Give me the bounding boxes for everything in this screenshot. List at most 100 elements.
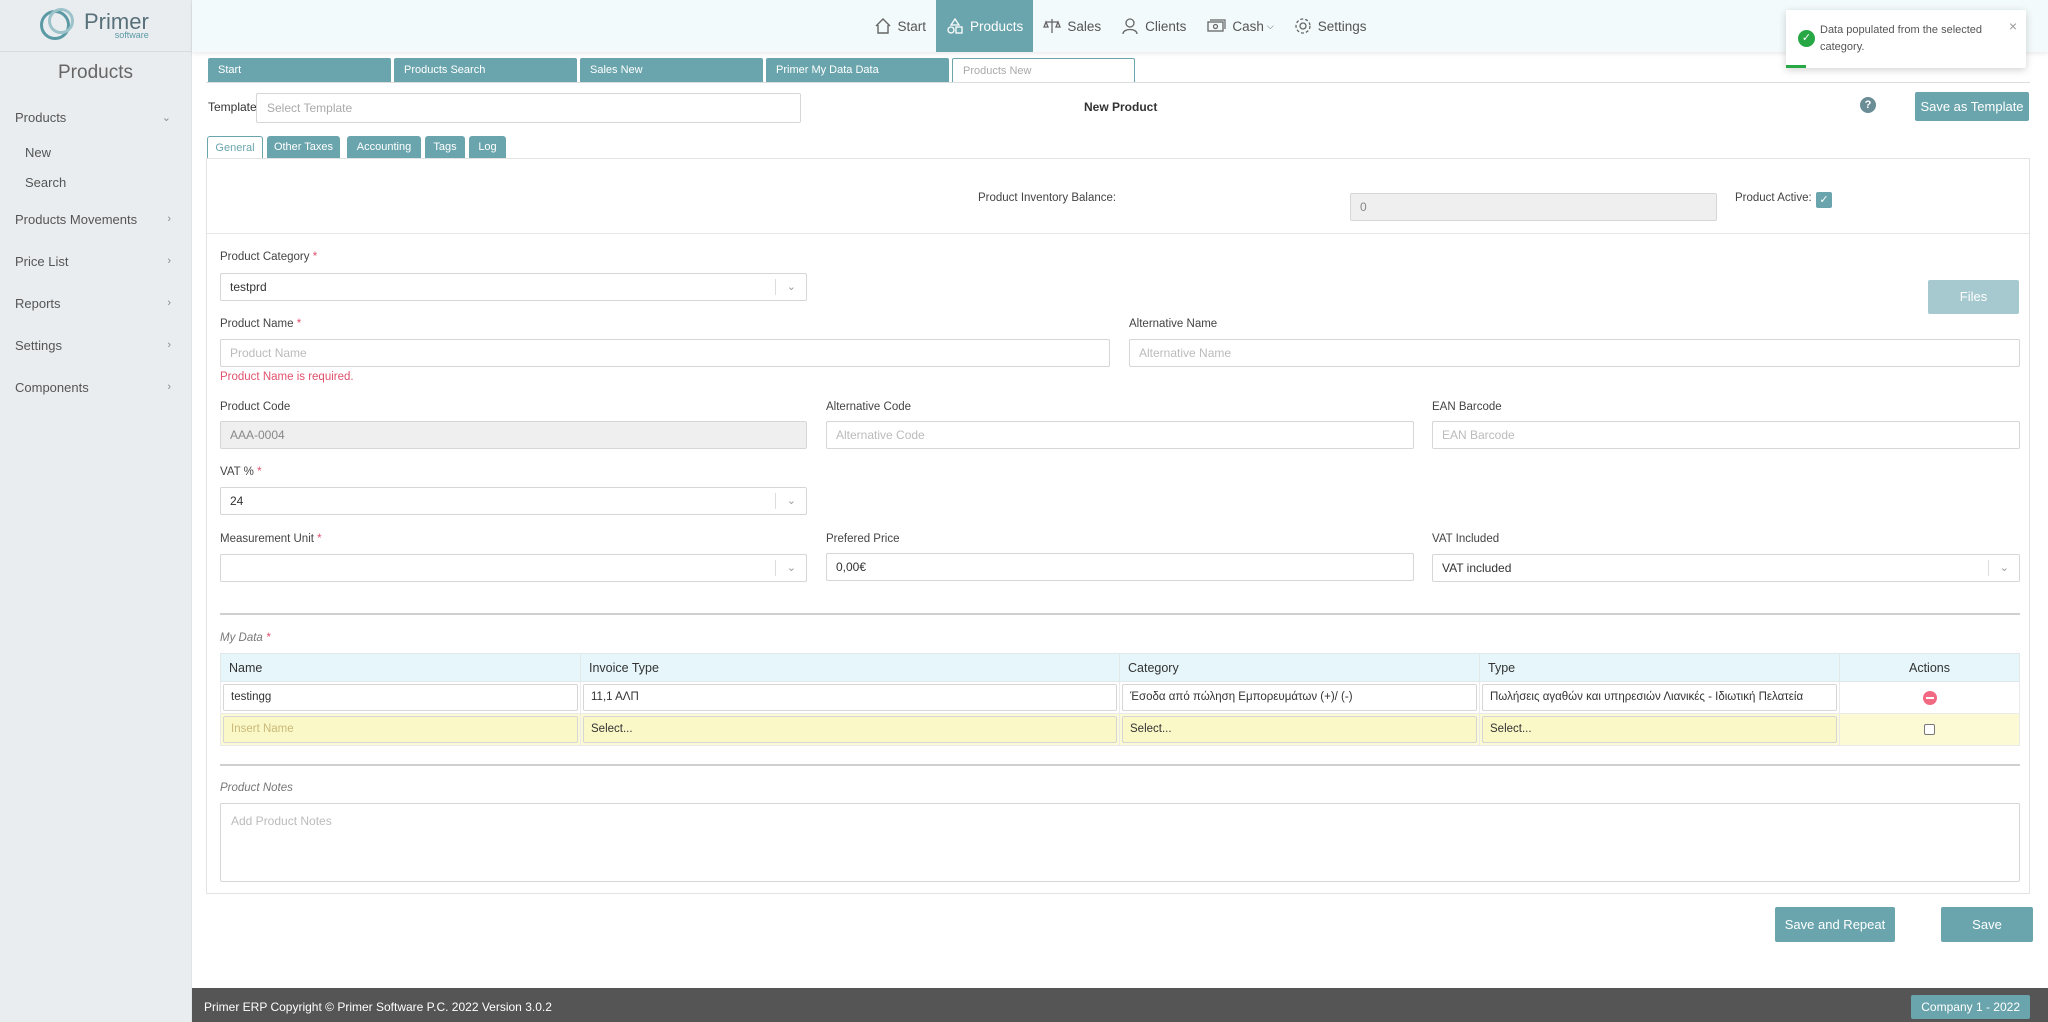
prefered-price-input[interactable]: 0,00€: [826, 553, 1414, 581]
chevron-right-icon: ›: [167, 255, 171, 267]
product-category-select[interactable]: testprd ⌄: [220, 273, 807, 301]
nav-cash[interactable]: Cash ⌵: [1196, 0, 1283, 52]
select-value: 24: [230, 494, 244, 508]
tab-tags[interactable]: Tags: [425, 136, 465, 159]
sidebar-item-label: Reports: [15, 295, 61, 311]
chevron-right-icon: ›: [167, 297, 171, 309]
my-data-label: My Data *: [220, 632, 271, 644]
sidebar-item-products-movements[interactable]: Products Movements ›: [0, 198, 191, 240]
row-type-select[interactable]: Πωλήσεις αγαθών και υπηρεσιών Λιανικές -…: [1482, 684, 1837, 711]
chevron-down-icon: ⌵: [1266, 20, 1274, 31]
nav-settings[interactable]: Settings: [1284, 0, 1377, 52]
template-select[interactable]: Select Template: [256, 93, 801, 123]
scale-icon: [1043, 19, 1062, 33]
files-button[interactable]: Files: [1928, 280, 2019, 314]
tab-accounting[interactable]: Accounting: [347, 136, 421, 159]
help-icon[interactable]: ?: [1860, 97, 1876, 113]
success-toast: ✓ Data populated from the selected categ…: [1786, 10, 2026, 68]
column-header-invoice-type: Invoice Type: [580, 653, 1120, 682]
form-panel: [206, 158, 2030, 894]
page-tab-primer-my-data[interactable]: Primer My Data Data: [766, 58, 949, 82]
alternative-name-input[interactable]: Alternative Name: [1129, 339, 2020, 367]
new-row-invoice-type-select[interactable]: Select...: [583, 716, 1117, 743]
new-table-row: Insert Name Select... Select... Select..…: [220, 713, 2020, 746]
vat-select[interactable]: 24 ⌄: [220, 487, 807, 515]
ean-barcode-label: EAN Barcode: [1432, 401, 1502, 413]
nav-sales[interactable]: Sales: [1033, 0, 1111, 52]
chevron-down-icon: ⌄: [786, 495, 796, 507]
row-name-input[interactable]: testingg: [223, 684, 578, 711]
sidebar-item-label: Products Movements: [15, 211, 138, 227]
nav-label: Cash: [1232, 18, 1264, 34]
sidebar-item-label: Components: [15, 379, 89, 395]
new-row-type-select[interactable]: Select...: [1482, 716, 1837, 743]
vat-included-select[interactable]: VAT included ⌄: [1432, 554, 2020, 582]
nav-products[interactable]: Products: [936, 0, 1034, 52]
page-tab-start[interactable]: Start: [208, 58, 391, 82]
primer-logo-icon: [38, 6, 78, 46]
sidebar-item-reports[interactable]: Reports ›: [0, 282, 191, 324]
select-value: VAT included: [1442, 561, 1512, 575]
tab-general[interactable]: General: [207, 136, 263, 159]
tab-log[interactable]: Log: [469, 136, 506, 159]
my-data-table: Name Invoice Type Category Type Actions …: [220, 653, 2020, 746]
new-row-checkbox[interactable]: [1924, 724, 1935, 735]
nav-clients[interactable]: Clients: [1111, 0, 1196, 52]
sidebar-item-label: Price List: [15, 253, 69, 269]
remove-row-icon[interactable]: [1922, 690, 1937, 705]
product-name-input[interactable]: Product Name: [220, 339, 1110, 367]
page-title: New Product: [1084, 100, 1158, 114]
column-header-actions: Actions: [1839, 653, 2020, 682]
chevron-right-icon: ›: [167, 339, 171, 351]
sidebar-item-price-list[interactable]: Price List ›: [0, 240, 191, 282]
save-as-template-button[interactable]: Save as Template: [1915, 92, 2029, 121]
gear-icon: [1295, 18, 1311, 34]
column-header-type: Type: [1479, 653, 1840, 682]
product-code-label: Product Code: [220, 401, 291, 413]
footer: Primer ERP Copyright © Primer Software P…: [192, 988, 2048, 1022]
tab-other-taxes[interactable]: Other Taxes: [267, 136, 340, 159]
nav-label: Sales: [1067, 18, 1102, 34]
page-tab-products-search[interactable]: Products Search: [394, 58, 577, 82]
sidebar-item-label: Settings: [15, 337, 62, 353]
row-category-select[interactable]: Έσοδα από πώληση Εμπορευμάτων (+)/ (-): [1122, 684, 1477, 711]
close-icon[interactable]: ×: [2009, 18, 2017, 34]
vat-included-label: VAT Included: [1432, 533, 1500, 545]
logo[interactable]: Primer software: [0, 0, 191, 52]
toast-progress-bar: [1786, 65, 1806, 68]
product-active-checkbox[interactable]: ✓: [1816, 192, 1832, 208]
product-name-label: Product Name *: [220, 318, 302, 330]
alternative-code-input[interactable]: Alternative Code: [826, 421, 1414, 449]
new-row-name-input[interactable]: Insert Name: [223, 716, 578, 743]
sidebar: Primer software Products Products ⌄ New …: [0, 0, 192, 1022]
column-header-category: Category: [1119, 653, 1480, 682]
copyright-text: Primer ERP Copyright © Primer Software P…: [204, 1000, 552, 1014]
company-badge[interactable]: Company 1 - 2022: [1911, 995, 2030, 1019]
cash-icon: [1207, 19, 1226, 32]
sidebar-item-settings[interactable]: Settings ›: [0, 324, 191, 366]
new-row-category-select[interactable]: Select...: [1122, 716, 1477, 743]
home-icon: [875, 18, 891, 34]
nav-start[interactable]: Start: [864, 0, 937, 52]
page-tab-products-new[interactable]: Products New: [952, 58, 1135, 82]
nav-label: Settings: [1317, 18, 1367, 34]
product-notes-textarea[interactable]: Add Product Notes: [220, 803, 2020, 882]
product-active-label: Product Active:: [1735, 192, 1812, 204]
product-code-field: AAA-0004: [220, 421, 807, 449]
sidebar-item-components[interactable]: Components ›: [0, 366, 191, 408]
prefered-price-label: Prefered Price: [826, 533, 900, 545]
measurement-unit-select[interactable]: ⌄: [220, 554, 807, 582]
ean-barcode-input[interactable]: EAN Barcode: [1432, 421, 2020, 449]
sidebar-subitem-new[interactable]: New: [0, 138, 191, 168]
chevron-right-icon: ›: [167, 381, 171, 393]
table-row: testingg 11,1 ΑΛΠ Έσοδα από πώληση Εμπορ…: [220, 681, 2020, 714]
inventory-balance-label: Product Inventory Balance:: [978, 192, 1117, 204]
sidebar-item-products[interactable]: Products ⌄: [0, 96, 191, 138]
top-navigation: Start Products Sales Clients Cash ⌵ Sett…: [192, 0, 2048, 52]
row-invoice-type-select[interactable]: 11,1 ΑΛΠ: [583, 684, 1117, 711]
page-tab-sales-new[interactable]: Sales New: [580, 58, 763, 82]
save-and-repeat-button[interactable]: Save and Repeat: [1775, 907, 1895, 942]
save-button[interactable]: Save: [1941, 907, 2033, 942]
sidebar-subitem-search[interactable]: Search: [0, 168, 191, 198]
divider: [207, 233, 2029, 234]
